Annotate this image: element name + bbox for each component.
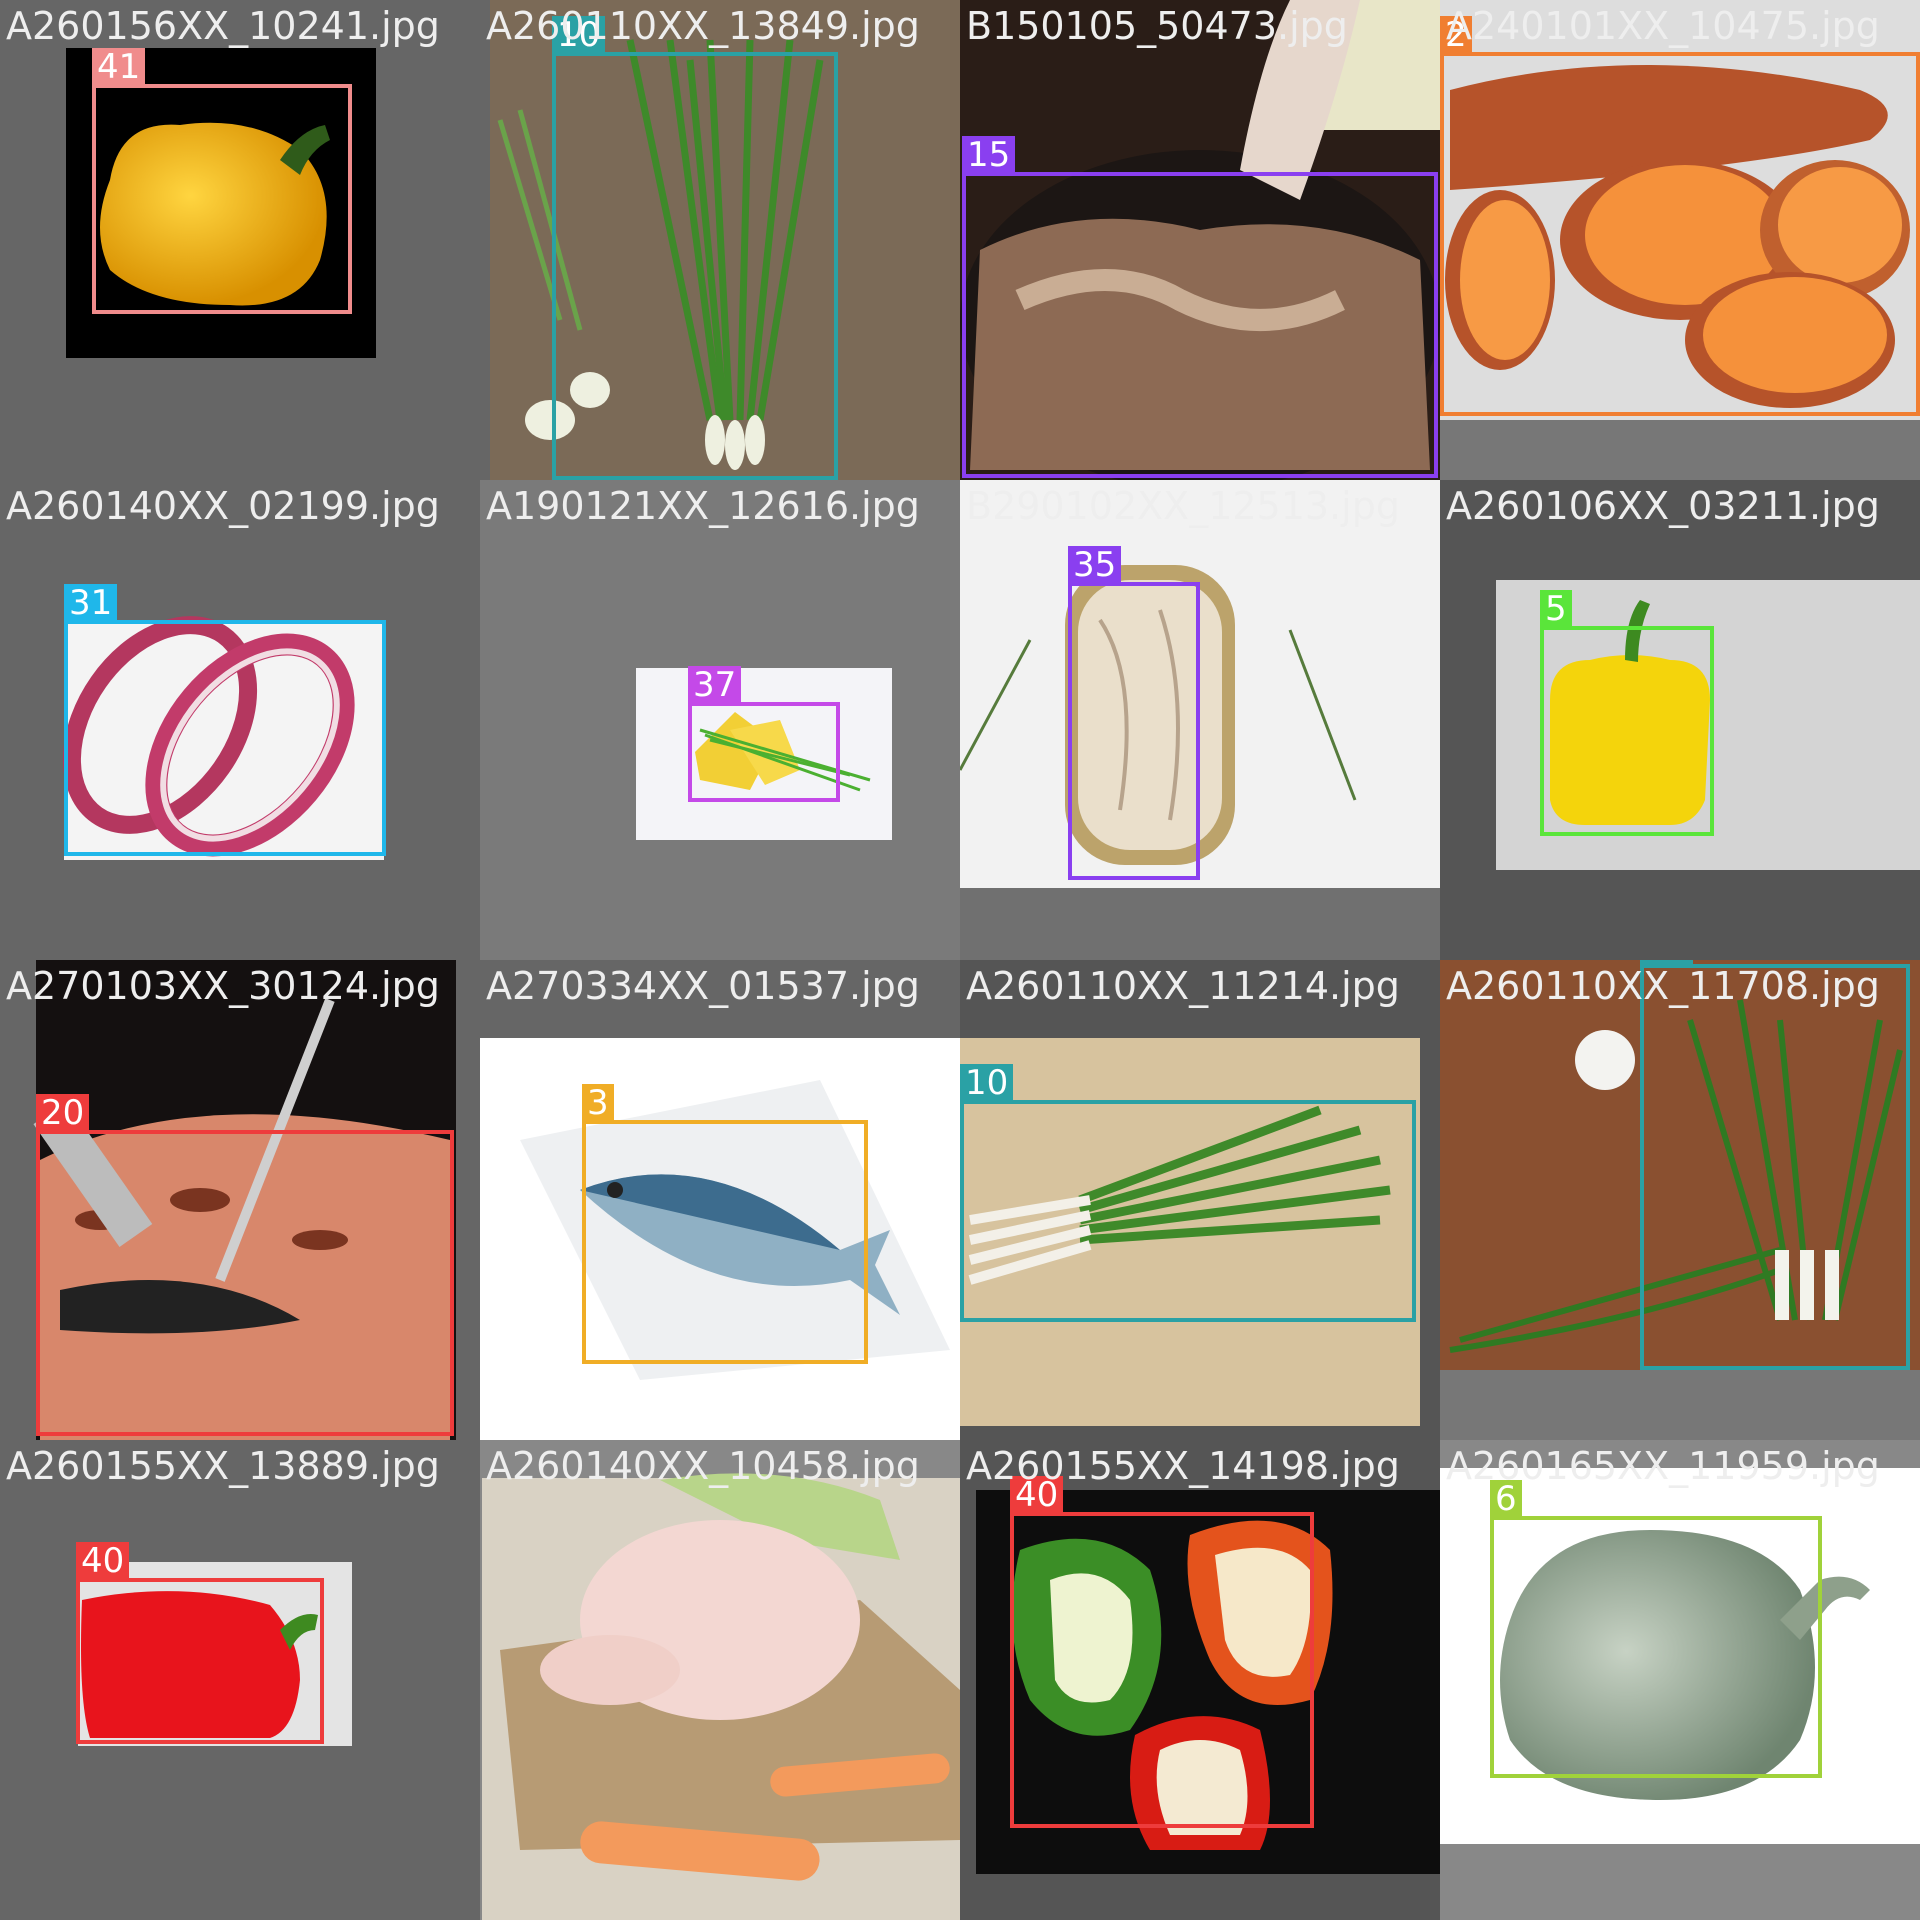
chicken-art: [500, 1473, 960, 1881]
filename: A260110XX_13849.jpg: [486, 4, 920, 48]
tile[interactable]: 3 A270334XX_01537.jpg: [480, 960, 960, 1440]
bounding-box: 31: [64, 584, 386, 856]
filename: A190121XX_12616.jpg: [486, 484, 920, 528]
bounding-box: 37: [688, 666, 840, 802]
filename: A260106XX_03211.jpg: [1446, 484, 1880, 528]
filename: A260110XX_11708.jpg: [1446, 964, 1880, 1008]
filename: A260140XX_02199.jpg: [6, 484, 440, 528]
class-label: 20: [36, 1094, 90, 1132]
filename: A260156XX_10241.jpg: [6, 4, 440, 48]
bounding-box: 10: [1640, 960, 1910, 1370]
tile[interactable]: 2 A240101XX_10475.jpg: [1440, 0, 1920, 480]
tile[interactable]: 37 A190121XX_12616.jpg: [480, 480, 960, 960]
class-label: 3: [582, 1084, 614, 1122]
filename: A260155XX_13889.jpg: [6, 1444, 440, 1488]
bounding-box: 35: [1068, 546, 1200, 880]
bounding-box: 40: [76, 1542, 324, 1744]
filename: A270334XX_01537.jpg: [486, 964, 920, 1008]
bounding-box: 20: [36, 1094, 454, 1436]
filename: A260140XX_10458.jpg: [486, 1444, 920, 1488]
tile[interactable]: 40 A260155XX_13889.jpg: [0, 1440, 480, 1920]
class-label: 5: [1540, 590, 1572, 628]
class-label: 31: [64, 584, 118, 622]
filename: A240101XX_10475.jpg: [1446, 4, 1880, 48]
canned-fish-art: [960, 565, 1357, 865]
tile[interactable]: 31 A260140XX_02199.jpg: [0, 480, 480, 960]
tile[interactable]: 20 A270103XX_30124.jpg: [0, 960, 480, 1440]
bounding-box: 3: [582, 1084, 868, 1364]
bounding-box: 15: [962, 136, 1438, 478]
class-label: 37: [688, 666, 742, 704]
filename: A260165XX_11959.jpg: [1446, 1444, 1880, 1488]
class-label: 10: [960, 1064, 1014, 1102]
bounding-box: 10: [960, 1064, 1416, 1322]
tile[interactable]: 40 A260155XX_14198.jpg: [960, 1440, 1440, 1920]
class-label: 41: [92, 48, 146, 86]
tile[interactable]: 35 B290102XX_12513.jpg: [960, 480, 1440, 960]
bounding-box: 2: [1440, 16, 1920, 416]
mosaic-grid: 41 A260156XX_10241.jpg 10 A260110XX_1384…: [0, 0, 1920, 1920]
class-label: 35: [1068, 546, 1122, 584]
bounding-box: 40: [1010, 1476, 1314, 1828]
tile[interactable]: 10 A260110XX_13849.jpg: [480, 0, 960, 480]
tile[interactable]: 5 A260106XX_03211.jpg: [1440, 480, 1920, 960]
bounding-box: 41: [92, 48, 352, 314]
filename: A260110XX_11214.jpg: [966, 964, 1400, 1008]
bounding-box: 6: [1490, 1480, 1822, 1778]
tile[interactable]: A260140XX_10458.jpg: [480, 1440, 960, 1920]
tile[interactable]: 6 A260165XX_11959.jpg: [1440, 1440, 1920, 1920]
filename: A270103XX_30124.jpg: [6, 964, 440, 1008]
class-label: 40: [76, 1542, 130, 1580]
tile[interactable]: 10 A260110XX_11708.jpg: [1440, 960, 1920, 1440]
tile[interactable]: 10 A260110XX_11214.jpg: [960, 960, 1440, 1440]
filename: B150105_50473.jpg: [966, 4, 1348, 48]
bounding-box: 5: [1540, 590, 1714, 836]
class-label: 15: [962, 136, 1016, 174]
tile[interactable]: 15 B150105_50473.jpg: [960, 0, 1440, 480]
tile[interactable]: 41 A260156XX_10241.jpg: [0, 0, 480, 480]
filename: A260155XX_14198.jpg: [966, 1444, 1400, 1488]
bounding-box: 10: [552, 16, 838, 480]
filename: B290102XX_12513.jpg: [966, 484, 1400, 528]
